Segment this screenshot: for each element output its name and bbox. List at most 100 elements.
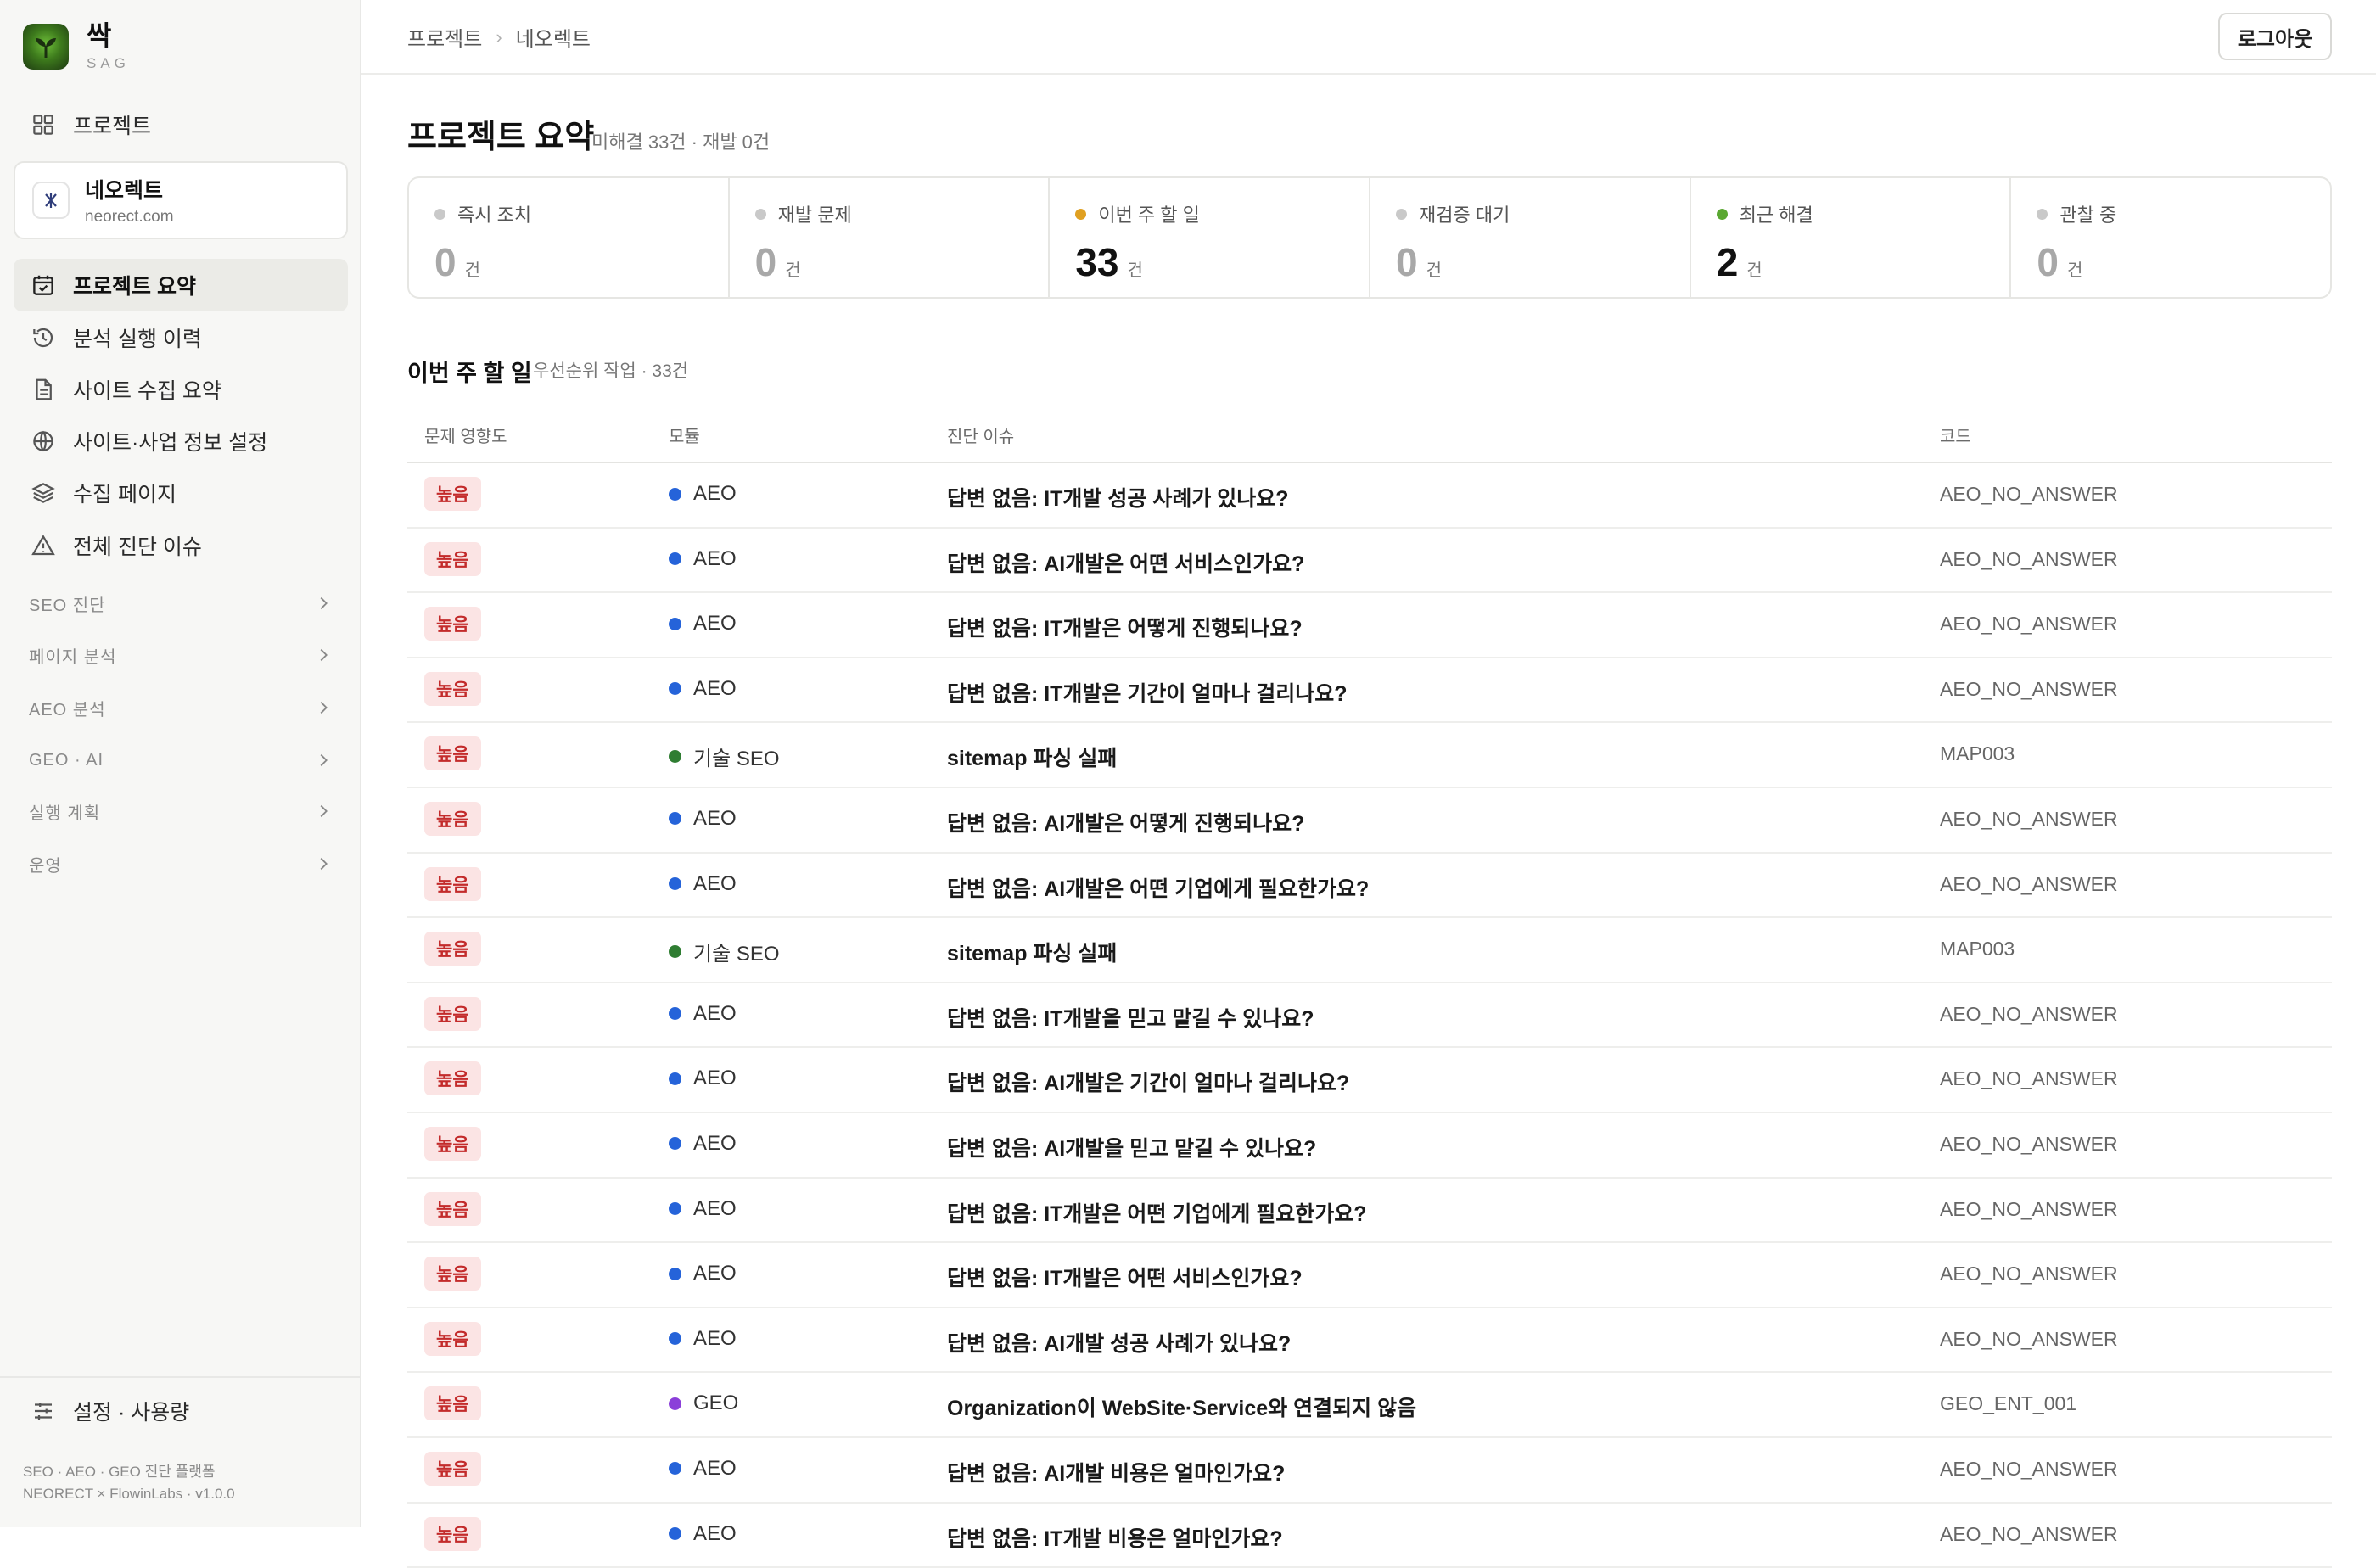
table-row[interactable]: 높음GEOOrganization이 WebSite·Service와 연결되지… bbox=[407, 1373, 2332, 1438]
stat-card[interactable]: 즉시 조치0건 bbox=[409, 178, 730, 297]
issue-title[interactable]: 답변 없음: AI개발은 어떤 기업에게 필요한가요? bbox=[947, 872, 1369, 903]
impact-badge: 높음 bbox=[424, 1257, 481, 1291]
issue-title[interactable]: 답변 없음: IT개발은 어떻게 진행되나요? bbox=[947, 612, 1303, 642]
module-label: AEO bbox=[693, 1522, 737, 1546]
sidebar-item-label: 설정 · 사용량 bbox=[73, 1396, 189, 1426]
stat-card[interactable]: 재검증 대기0건 bbox=[1370, 178, 1691, 297]
issue-title[interactable]: 답변 없음: AI개발은 어떻게 진행되나요? bbox=[947, 807, 1304, 837]
issue-title[interactable]: 답변 없음: AI개발은 어떤 서비스인가요? bbox=[947, 547, 1304, 578]
sidebar-item-projects[interactable]: 프로젝트 bbox=[14, 98, 348, 151]
issue-title[interactable]: 답변 없음: IT개발은 어떤 기업에게 필요한가요? bbox=[947, 1197, 1367, 1228]
stat-label-text: 최근 해결 bbox=[1740, 200, 1813, 227]
stat-value: 33건 bbox=[1075, 239, 1143, 285]
sidebar-item-crawl-summary[interactable]: 사이트 수집 요약 bbox=[14, 363, 348, 416]
column-header-impact[interactable]: 문제 영향도 bbox=[424, 423, 507, 447]
section-label: GEO · AI bbox=[29, 751, 104, 770]
table-header: 문제 영향도 모듈 진단 이슈 코드 bbox=[407, 416, 2332, 463]
table-row[interactable]: 높음AEO답변 없음: IT개발을 믿고 맡길 수 있나요?AEO_NO_ANS… bbox=[407, 983, 2332, 1049]
table-row[interactable]: 높음기술 SEOsitemap 파싱 실패MAP003 bbox=[407, 723, 2332, 788]
module-label: AEO bbox=[693, 1197, 737, 1221]
table-row[interactable]: 높음AEO답변 없음: AI개발 비용은 얼마인가요?AEO_NO_ANSWER bbox=[407, 1438, 2332, 1504]
section-action-plan[interactable]: 실행 계획 bbox=[14, 789, 348, 833]
issue-code: AEO_NO_ANSWER bbox=[1940, 873, 2118, 896]
issue-title[interactable]: 답변 없음: AI개발을 믿고 맡길 수 있나요? bbox=[947, 1132, 1316, 1162]
stat-card[interactable]: 관찰 중0건 bbox=[2011, 178, 2330, 297]
table-row[interactable]: 높음AEO답변 없음: IT개발은 어떤 기업에게 필요한가요?AEO_NO_A… bbox=[407, 1179, 2332, 1244]
module-dot-icon bbox=[669, 812, 681, 825]
issue-title[interactable]: Organization이 WebSite·Service와 연결되지 않음 bbox=[947, 1392, 1416, 1422]
issue-title[interactable]: sitemap 파싱 실패 bbox=[947, 937, 1117, 967]
module-dot-icon bbox=[669, 682, 681, 695]
sidebar-item-run-history[interactable]: 분석 실행 이력 bbox=[14, 311, 348, 364]
brand[interactable]: 싹 SAG bbox=[23, 21, 130, 72]
section-geo-ai[interactable]: GEO · AI bbox=[14, 738, 348, 782]
warning-icon bbox=[31, 533, 56, 558]
sidebar: 싹 SAG 프로젝트 네오렉트 neorect.com 프로젝트 요약 분 bbox=[0, 0, 361, 1527]
section-label: SEO 진단 bbox=[29, 591, 106, 616]
table-row[interactable]: 높음AEO답변 없음: AI개발 성공 사례가 있나요?AEO_NO_ANSWE… bbox=[407, 1308, 2332, 1374]
column-header-issue[interactable]: 진단 이슈 bbox=[947, 423, 1014, 447]
logout-button[interactable]: 로그아웃 bbox=[2218, 13, 2332, 60]
table-row[interactable]: 높음AEO답변 없음: AI개발은 어떻게 진행되나요?AEO_NO_ANSWE… bbox=[407, 788, 2332, 854]
column-header-module[interactable]: 모듈 bbox=[669, 423, 700, 447]
module-label: AEO bbox=[693, 612, 737, 636]
section-label: 페이지 분석 bbox=[29, 643, 117, 668]
stat-number: 0 bbox=[434, 239, 457, 285]
stat-number: 0 bbox=[755, 239, 777, 285]
sidebar-item-project-summary[interactable]: 프로젝트 요약 bbox=[14, 259, 348, 311]
issue-title[interactable]: 답변 없음: AI개발 성공 사례가 있나요? bbox=[947, 1327, 1291, 1358]
module-cell: AEO bbox=[669, 1522, 737, 1546]
section-page-analysis[interactable]: 페이지 분석 bbox=[14, 633, 348, 677]
breadcrumb-separator: › bbox=[496, 26, 502, 48]
stat-card[interactable]: 재발 문제0건 bbox=[730, 178, 1051, 297]
section-operations[interactable]: 운영 bbox=[14, 842, 348, 886]
project-switcher[interactable]: 네오렉트 neorect.com bbox=[14, 161, 348, 239]
section-seo-diagnosis[interactable]: SEO 진단 bbox=[14, 581, 348, 625]
table-row[interactable]: 높음기술 SEOsitemap 파싱 실패MAP003 bbox=[407, 918, 2332, 983]
issue-title[interactable]: 답변 없음: IT개발을 믿고 맡길 수 있나요? bbox=[947, 1002, 1314, 1033]
stat-card[interactable]: 이번 주 할 일33건 bbox=[1050, 178, 1370, 297]
table-row[interactable]: 높음 AEO 답변 없음: IT개발은 어떤 서비스인가요? AEO_NO_ANSWE… bbox=[407, 1243, 2332, 1308]
issue-title[interactable]: sitemap 파싱 실패 bbox=[947, 742, 1117, 772]
table-row[interactable]: 높음AEO답변 없음: AI개발을 믿고 맡길 수 있나요?AEO_NO_ANS… bbox=[407, 1113, 2332, 1179]
table-row[interactable]: 높음AEO답변 없음: IT개발 비용은 얼마인가요?AEO_NO_ANSWER bbox=[407, 1504, 2332, 1568]
stat-card[interactable]: 최근 해결2건 bbox=[1691, 178, 2012, 297]
table-row[interactable]: 높음AEO답변 없음: AI개발은 어떤 기업에게 필요한가요?AEO_NO_A… bbox=[407, 854, 2332, 919]
table-row[interactable]: 높음AEO답변 없음: AI개발은 어떤 서비스인가요?AEO_NO_ANSWE… bbox=[407, 529, 2332, 594]
section-aeo-analysis[interactable]: AEO 분석 bbox=[14, 686, 348, 730]
module-dot-icon bbox=[669, 1462, 681, 1475]
sidebar-item-settings-usage[interactable]: 설정 · 사용량 bbox=[14, 1385, 189, 1437]
table-row[interactable]: 높음AEO답변 없음: IT개발은 기간이 얼마나 걸리나요?AEO_NO_AN… bbox=[407, 658, 2332, 724]
column-header-code[interactable]: 코드 bbox=[1940, 423, 1971, 447]
page-subtitle: 미해결 33건 · 재발 0건 bbox=[591, 127, 770, 154]
issue-title[interactable]: 답변 없음: IT개발은 기간이 얼마나 걸리나요? bbox=[947, 677, 1348, 708]
issue-code: AEO_NO_ANSWER bbox=[1940, 1263, 2118, 1285]
issue-title[interactable]: 답변 없음: AI개발 비용은 얼마인가요? bbox=[947, 1457, 1285, 1487]
sidebar-item-crawled-pages[interactable]: 수집 페이지 bbox=[14, 467, 348, 519]
table-row[interactable]: 높음AEO답변 없음: IT개발은 어떻게 진행되나요?AEO_NO_ANSWE… bbox=[407, 593, 2332, 658]
project-logo-icon bbox=[32, 182, 70, 219]
table-row[interactable]: 높음AEO답변 없음: AI개발은 기간이 얼마나 걸리나요?AEO_NO_AN… bbox=[407, 1048, 2332, 1113]
sidebar-item-all-issues[interactable]: 전체 진단 이슈 bbox=[14, 519, 348, 572]
issue-title[interactable]: 답변 없음: IT개발은 어떤 서비스인가요? bbox=[947, 1262, 1303, 1292]
table-row[interactable]: 높음AEO답변 없음: IT개발 성공 사례가 있나요?AEO_NO_ANSWE… bbox=[407, 463, 2332, 529]
impact-badge: 높음 bbox=[424, 802, 481, 836]
issue-title[interactable]: 답변 없음: IT개발 성공 사례가 있나요? bbox=[947, 482, 1289, 512]
chevron-right-icon bbox=[314, 802, 333, 820]
module-cell: AEO bbox=[669, 1262, 737, 1285]
stats-panel: 즉시 조치0건재발 문제0건이번 주 할 일33건재검증 대기0건최근 해결2건… bbox=[407, 176, 2332, 299]
breadcrumb-projects[interactable]: 프로젝트 bbox=[407, 22, 482, 52]
issue-title[interactable]: 답변 없음: AI개발은 기간이 얼마나 걸리나요? bbox=[947, 1067, 1349, 1097]
module-dot-icon bbox=[669, 1137, 681, 1150]
sidebar-item-site-settings[interactable]: 사이트·사업 정보 설정 bbox=[14, 415, 348, 468]
breadcrumb: 프로젝트 › 네오렉트 bbox=[407, 22, 591, 52]
section-label: 실행 계획 bbox=[29, 799, 100, 824]
stat-label-text: 재발 문제 bbox=[778, 200, 852, 227]
module-label: AEO bbox=[693, 547, 737, 571]
module-cell: AEO bbox=[669, 612, 737, 636]
stat-unit: 건 bbox=[2067, 256, 2082, 281]
stat-label: 재발 문제 bbox=[755, 200, 852, 227]
module-label: GEO bbox=[693, 1392, 738, 1415]
calendar-check-icon bbox=[31, 272, 56, 298]
issue-title[interactable]: 답변 없음: IT개발 비용은 얼마인가요? bbox=[947, 1522, 1283, 1553]
